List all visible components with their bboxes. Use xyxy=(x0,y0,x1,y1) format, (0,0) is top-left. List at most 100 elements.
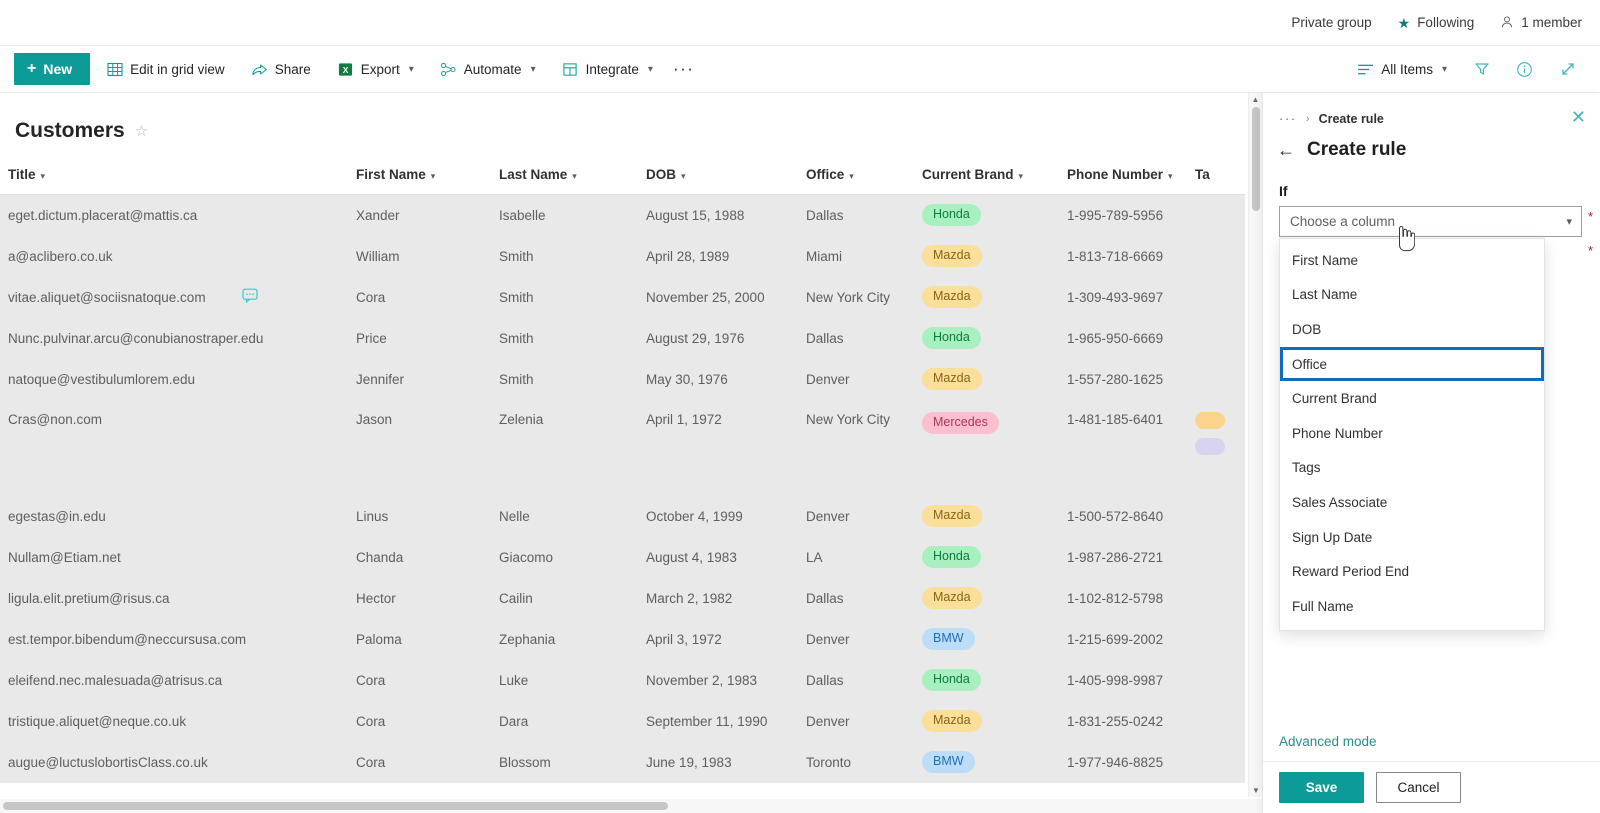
cell-title[interactable]: eget.dictum.placerat@mattis.ca xyxy=(0,194,348,236)
column-header-first-name[interactable]: First Name ▾ xyxy=(348,157,491,195)
members-button[interactable]: 1 member xyxy=(1500,15,1582,31)
vertical-scrollbar-thumb[interactable] xyxy=(1252,107,1260,211)
cell-title[interactable]: natoque@vestibulumlorem.edu xyxy=(0,358,348,400)
table-row[interactable]: augue@luctuslobortisClass.co.uk Cora Bloss… xyxy=(0,741,1245,783)
chevron-down-icon: ▾ xyxy=(849,171,854,181)
column-header-title[interactable]: Title ▾ xyxy=(0,157,348,195)
dropdown-option-last-name[interactable]: Last Name xyxy=(1280,278,1544,313)
more-commands-button[interactable]: ··· xyxy=(663,59,704,79)
column-header-office[interactable]: Office ▾ xyxy=(798,157,914,195)
dropdown-option-dob[interactable]: DOB xyxy=(1280,312,1544,347)
dropdown-option-reward-period-end[interactable]: Reward Period End xyxy=(1280,554,1544,589)
column-picker-combobox[interactable]: Choose a column ▾ xyxy=(1279,206,1582,237)
dropdown-option-phone-number[interactable]: Phone Number xyxy=(1280,416,1544,451)
cell-current-brand: Honda xyxy=(914,659,1059,701)
cell-title-text: a@aclibero.co.uk xyxy=(8,248,113,264)
dropdown-option-sales-associate[interactable]: Sales Associate xyxy=(1280,485,1544,520)
column-header-dob[interactable]: DOB ▾ xyxy=(638,157,798,195)
scroll-up-arrow-icon[interactable]: ▲ xyxy=(1249,93,1262,106)
cell-title[interactable]: est.tempor.bibendum@neccursusa.com xyxy=(0,618,348,660)
cell-title-text: eleifend.nec.malesuada@atrisus.ca xyxy=(8,672,223,688)
cell-title[interactable]: ligula.elit.pretium@risus.ca xyxy=(0,577,348,619)
table-row[interactable]: tristique.aliquet@neque.co.uk Cora Dara Sep… xyxy=(0,700,1245,742)
cell-current-brand: Mercedes xyxy=(914,399,1059,496)
table-row[interactable]: eleifend.nec.malesuada@atrisus.ca Cora Luk… xyxy=(0,659,1245,701)
horizontal-scrollbar[interactable] xyxy=(0,799,1262,813)
table-row[interactable]: est.tempor.bibendum@neccursusa.com Paloma… xyxy=(0,618,1245,660)
filter-button[interactable] xyxy=(1463,53,1500,85)
horizontal-scrollbar-thumb[interactable] xyxy=(3,802,668,810)
table-row[interactable]: Nullam@Etiam.net Chanda Giacomo August 4, 1… xyxy=(0,536,1245,578)
cell-title[interactable]: vitae.aliquet@sociisnatoque.com xyxy=(0,276,348,318)
export-button[interactable]: X Export ▾ xyxy=(327,53,424,85)
list-view-icon xyxy=(1357,61,1374,78)
dropdown-option-first-name[interactable]: First Name xyxy=(1280,243,1544,278)
cell-office: LA xyxy=(798,536,914,578)
cell-dob: August 4, 1983 xyxy=(638,536,798,578)
close-icon[interactable]: ✕ xyxy=(1571,108,1586,126)
table-row[interactable]: vitae.aliquet@sociisnatoque.com Cora Smith… xyxy=(0,276,1245,318)
dropdown-option-tags[interactable]: Tags xyxy=(1280,451,1544,486)
vertical-scrollbar[interactable]: ▲ ▼ xyxy=(1248,93,1262,797)
cell-title[interactable]: tristique.aliquet@neque.co.uk xyxy=(0,700,348,742)
comment-icon[interactable] xyxy=(242,288,258,306)
cell-title-text: ligula.elit.pretium@risus.ca xyxy=(8,590,170,606)
column-header-label: Phone Number xyxy=(1067,167,1164,182)
automate-button[interactable]: Automate ▾ xyxy=(430,53,546,85)
new-button[interactable]: + New xyxy=(14,53,91,85)
dropdown-option-current-brand[interactable]: Current Brand xyxy=(1280,381,1544,416)
cell-title-text: Nunc.pulvinar.arcu@conubianostraper.edu xyxy=(8,330,264,346)
expand-button[interactable] xyxy=(1549,53,1586,85)
cell-office: Dallas xyxy=(798,659,914,701)
cancel-button[interactable]: Cancel xyxy=(1376,772,1461,803)
table-row[interactable]: natoque@vestibulumlorem.edu Jennifer Smith… xyxy=(0,358,1245,400)
star-outline-icon[interactable]: ☆ xyxy=(135,122,148,140)
cell-last-name: Giacomo xyxy=(491,536,638,578)
cell-tags xyxy=(1187,741,1245,783)
cell-title[interactable]: Nullam@Etiam.net xyxy=(0,536,348,578)
cell-title[interactable]: augue@luctuslobortisClass.co.uk xyxy=(0,741,348,783)
cell-current-brand: Mazda xyxy=(914,235,1059,277)
cell-title[interactable]: Nunc.pulvinar.arcu@conubianostraper.edu xyxy=(0,317,348,359)
table-row[interactable]: ligula.elit.pretium@risus.ca Hector Cailin… xyxy=(0,577,1245,619)
cell-first-name: Cora xyxy=(348,700,491,742)
share-button[interactable]: Share xyxy=(241,53,321,85)
chevron-down-icon: ▾ xyxy=(1018,171,1024,181)
grid-icon xyxy=(106,61,123,78)
column-header-last-name[interactable]: Last Name ▾ xyxy=(491,157,638,195)
advanced-mode-link[interactable]: Advanced mode xyxy=(1279,734,1377,749)
cell-title[interactable]: Cras@non.com xyxy=(0,399,348,496)
cell-tags xyxy=(1187,276,1245,318)
scroll-down-arrow-icon[interactable]: ▼ xyxy=(1249,784,1263,797)
edit-in-grid-view-button[interactable]: Edit in grid view xyxy=(96,53,235,85)
dropdown-option-sign-up-date[interactable]: Sign Up Date xyxy=(1280,520,1544,555)
view-selector-button[interactable]: All Items ▾ xyxy=(1347,53,1457,85)
column-header-tags[interactable]: Ta xyxy=(1187,157,1245,195)
cell-title[interactable]: egestas@in.edu xyxy=(0,495,348,537)
filter-icon xyxy=(1473,61,1490,78)
breadcrumb-current[interactable]: Create rule xyxy=(1319,112,1384,126)
save-button[interactable]: Save xyxy=(1279,772,1364,803)
table-row[interactable]: eget.dictum.placerat@mattis.ca Xander Isab… xyxy=(0,194,1245,236)
table-row[interactable]: a@aclibero.co.uk William Smith April 28, 19… xyxy=(0,235,1245,277)
dropdown-option-office[interactable]: Office xyxy=(1280,346,1544,382)
dropdown-option-full-name[interactable]: Full Name xyxy=(1280,589,1544,624)
cell-title-text: egestas@in.edu xyxy=(8,508,106,524)
cell-title[interactable]: eleifend.nec.malesuada@atrisus.ca xyxy=(0,659,348,701)
column-header-current-brand[interactable]: Current Brand ▾ xyxy=(914,157,1059,195)
brand-pill: BMW xyxy=(922,751,975,773)
sharepoint-list-page: Private group ★ Following 1 member + New… xyxy=(0,0,1600,813)
following-button[interactable]: ★ Following xyxy=(1398,15,1475,30)
cell-title[interactable]: a@aclibero.co.uk xyxy=(0,235,348,277)
table-row[interactable]: Nunc.pulvinar.arcu@conubianostraper.edu P… xyxy=(0,317,1245,359)
integrate-button[interactable]: Integrate ▾ xyxy=(552,53,663,85)
table-row[interactable]: egestas@in.edu Linus Nelle October 4, 1999 D… xyxy=(0,495,1245,537)
chevron-down-icon: ▾ xyxy=(40,171,46,181)
breadcrumb-overflow-button[interactable]: ··· xyxy=(1279,112,1297,126)
table-row[interactable]: Cras@non.com Jason Zelenia April 1, 1972 New… xyxy=(0,399,1245,496)
table-header-row: Title ▾ First Name ▾ Last Name ▾ DOB ▾ Offic… xyxy=(0,157,1245,195)
cell-dob: April 28, 1989 xyxy=(638,235,798,277)
info-button[interactable] xyxy=(1506,53,1543,85)
back-arrow-icon[interactable]: ← xyxy=(1277,141,1295,159)
column-header-phone-number[interactable]: Phone Number ▾ xyxy=(1059,157,1187,195)
